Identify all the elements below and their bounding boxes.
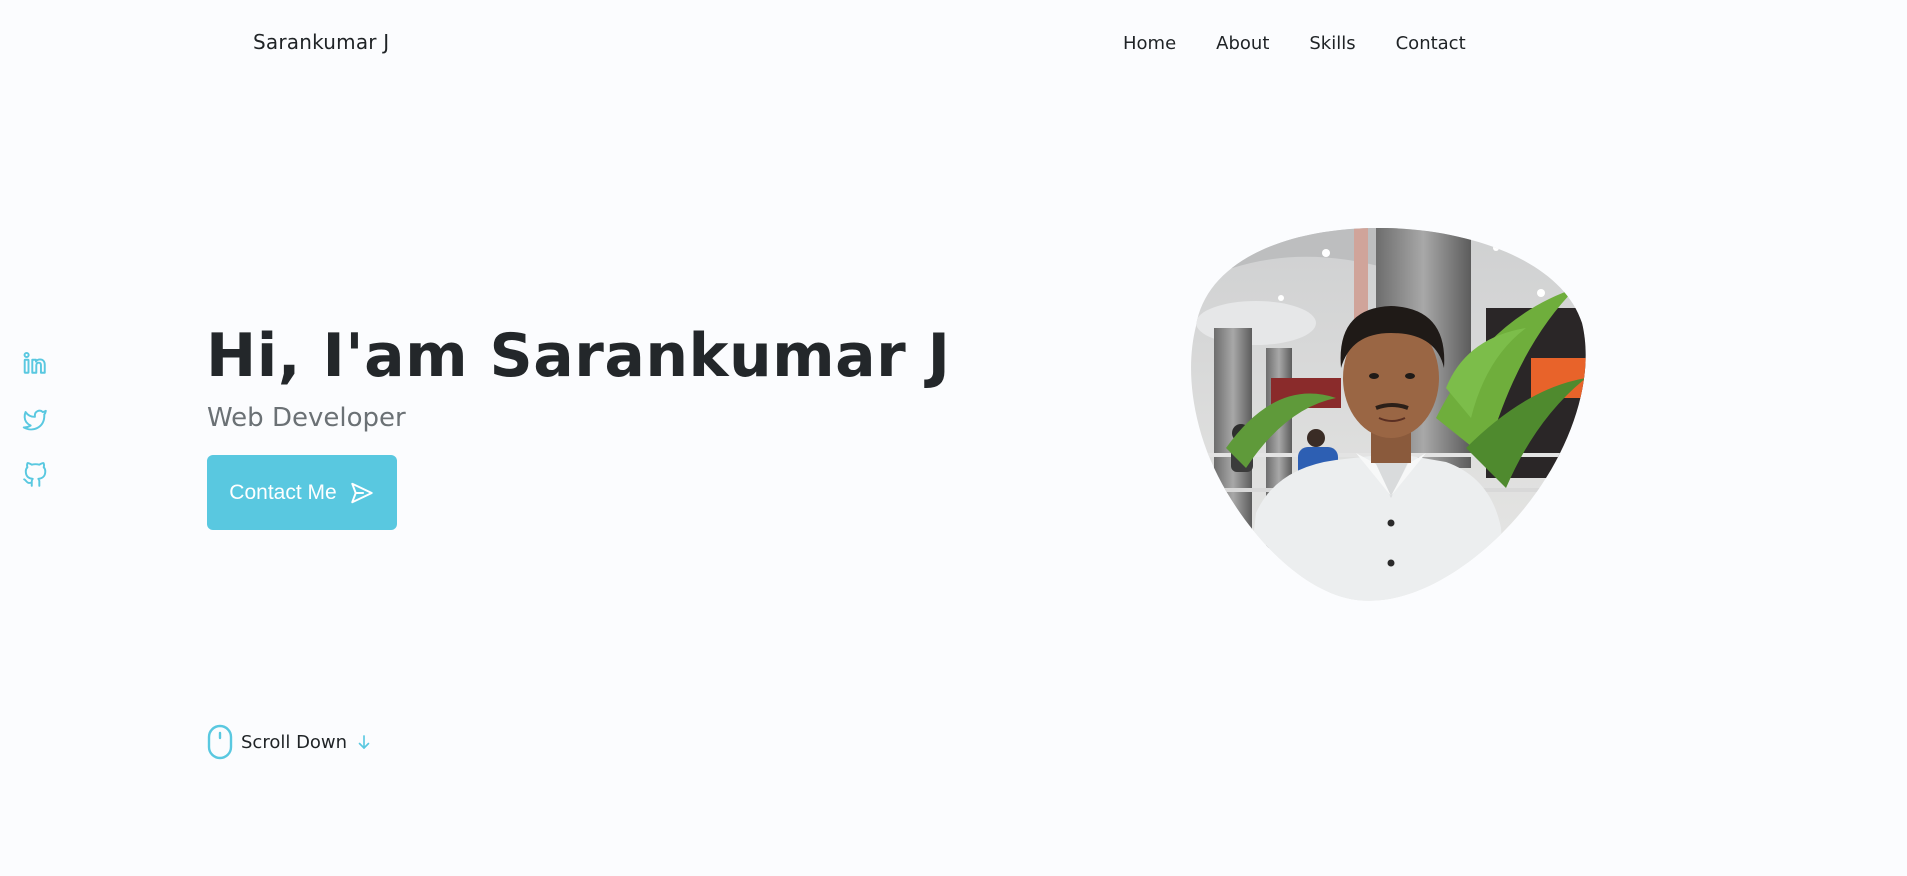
profile-photo [1191,228,1586,601]
site-logo[interactable]: Sarankumar J [253,30,389,54]
hero-title: Hi, I'am Sarankumar J [206,321,951,391]
scroll-down-link[interactable]: Scroll Down [207,724,373,760]
github-icon[interactable] [22,462,48,488]
arrow-down-icon [358,735,370,749]
nav-about-link[interactable]: About [1216,33,1269,54]
social-links [22,350,48,488]
scroll-down-label: Scroll Down [241,731,348,753]
mouse-icon [207,724,233,760]
linkedin-icon[interactable] [22,350,48,376]
nav-home-link[interactable]: Home [1123,33,1176,54]
twitter-icon[interactable] [22,406,48,432]
main-nav: Home About Skills Contact [1123,33,1466,54]
hero-subtitle: Web Developer [207,403,406,433]
contact-me-button[interactable]: Contact Me [207,455,397,530]
send-icon [350,482,373,503]
nav-contact-link[interactable]: Contact [1396,33,1466,54]
nav-skills-link[interactable]: Skills [1309,33,1355,54]
contact-me-label: Contact Me [229,480,337,504]
